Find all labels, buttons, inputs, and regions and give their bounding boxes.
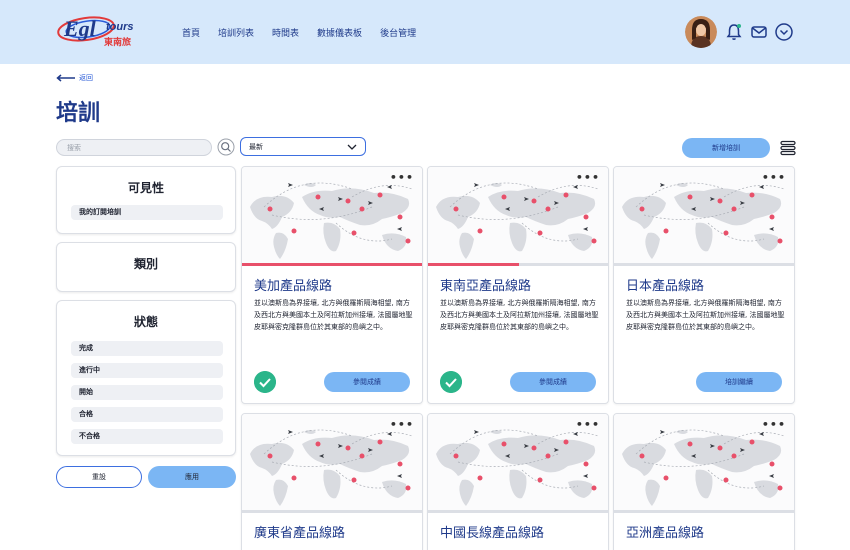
card-title[interactable]: 美加產品線路 (254, 275, 332, 294)
nav-dashboard[interactable]: 數據儀表板 (317, 26, 362, 39)
filter-visibility-title: 可見性 (127, 181, 164, 195)
svg-text:tours: tours (106, 21, 134, 33)
apply-button[interactable]: 應用 (148, 466, 236, 488)
svg-text:東南旅: 東南旅 (104, 36, 131, 48)
progress-track (614, 510, 794, 513)
training-card[interactable]: ••• 廣東省產品線路 (241, 413, 423, 550)
card-title[interactable]: 中國長線產品線路 (440, 522, 544, 541)
card-title[interactable]: 亞洲產品線路 (626, 522, 704, 541)
egltours-logo[interactable]: Egl tours 東南旅 (56, 12, 146, 52)
card-title[interactable]: 日本產品線路 (626, 275, 704, 294)
training-card[interactable]: ••• 東南亞產品線路 並以澳斯島為界接壤, 北方與俄羅斯隔海相望, 南方及西北… (427, 166, 609, 404)
more-options-icon[interactable]: ••• (576, 418, 600, 431)
filter-option-in-progress[interactable]: 進行中 (71, 363, 223, 378)
more-options-icon[interactable]: ••• (762, 418, 786, 431)
svg-text:Egl: Egl (63, 16, 97, 41)
list-menu-icon[interactable] (779, 139, 797, 157)
page-title: 培訓 (56, 101, 101, 126)
arrow-left-icon (56, 74, 75, 82)
progress-track (242, 263, 422, 266)
filter-option-passed[interactable]: 合格 (71, 407, 223, 422)
training-card[interactable]: ••• 美加產品線路 並以澳斯島為界接壤, 北方與俄羅斯隔海相望, 南方及西北方… (241, 166, 423, 404)
card-description: 並以澳斯島為界接壤, 北方與俄羅斯隔海相望, 南方及西北方與美國本土及阿拉斯加州… (440, 299, 599, 331)
more-options-icon[interactable]: ••• (576, 171, 600, 184)
card-title[interactable]: 東南亞產品線路 (440, 275, 531, 294)
filter-status-panel: 狀態 完成 進行中 開始 合格 不合格 (56, 300, 236, 456)
view-results-button[interactable]: 參閱成績 (510, 372, 596, 392)
add-training-button[interactable]: 新增培訓 (682, 138, 770, 158)
progress-fill (242, 263, 422, 266)
nav-training-list[interactable]: 培訓列表 (218, 26, 254, 39)
training-card[interactable]: ••• 中國長線產品線路 (427, 413, 609, 550)
more-options-icon[interactable]: ••• (390, 418, 414, 431)
progress-track (428, 263, 608, 266)
training-card[interactable]: ••• 日本產品線路 並以澳斯島為界接壤, 北方與俄羅斯隔海相望, 南方及西北方… (613, 166, 795, 404)
nav-home[interactable]: 首頁 (182, 26, 200, 39)
nav-admin[interactable]: 後台管理 (380, 26, 416, 39)
back-label: 返回 (79, 74, 93, 82)
filter-status-title: 狀態 (133, 315, 158, 329)
training-card[interactable]: ••• 亞洲產品線路 (613, 413, 795, 550)
continue-training-button[interactable]: 培訓繼續 (696, 372, 782, 392)
check-icon (254, 371, 276, 393)
card-title[interactable]: 廣東省產品線路 (254, 522, 345, 541)
filter-option-completed[interactable]: 完成 (71, 341, 223, 356)
progress-track (614, 263, 794, 266)
filter-option-failed[interactable]: 不合格 (71, 429, 223, 444)
sort-select[interactable]: 最新 (240, 137, 366, 156)
user-avatar[interactable] (685, 16, 717, 48)
bell-icon[interactable] (724, 22, 744, 42)
main-nav: 首頁 培訓列表 時間表 數據儀表板 後台管理 (182, 26, 434, 39)
search-icon[interactable] (217, 138, 235, 156)
more-options-icon[interactable]: ••• (390, 171, 414, 184)
nav-schedule[interactable]: 時間表 (272, 26, 299, 39)
mail-icon[interactable] (749, 22, 769, 42)
view-results-button[interactable]: 參閱成績 (324, 372, 410, 392)
check-icon (440, 371, 462, 393)
filter-category-title: 類別 (133, 257, 158, 271)
sort-value: 最新 (249, 142, 263, 151)
search-input[interactable] (56, 139, 212, 156)
filter-visibility-panel: 可見性 我的訂閱培訓 (56, 166, 236, 234)
filter-option-subscribed[interactable]: 我的訂閱培訓 (71, 205, 223, 220)
back-link[interactable]: 返回 (56, 73, 93, 83)
progress-track (428, 510, 608, 513)
progress-track (242, 510, 422, 513)
progress-fill (428, 263, 519, 266)
top-header: Egl tours 東南旅 首頁 培訓列表 時間表 數據儀表板 後台管理 (0, 0, 850, 64)
chevron-down-circle-icon[interactable] (774, 22, 794, 42)
reset-button[interactable]: 重設 (56, 466, 142, 488)
more-options-icon[interactable]: ••• (762, 171, 786, 184)
card-description: 並以澳斯島為界接壤, 北方與俄羅斯隔海相望, 南方及西北方與美國本土及阿拉斯加州… (254, 299, 413, 331)
filter-category-panel[interactable]: 類別 (56, 242, 236, 292)
filter-option-started[interactable]: 開始 (71, 385, 223, 400)
card-description: 並以澳斯島為界接壤, 北方與俄羅斯隔海相望, 南方及西北方與美國本土及阿拉斯加州… (626, 299, 785, 331)
chevron-down-icon (347, 144, 357, 150)
